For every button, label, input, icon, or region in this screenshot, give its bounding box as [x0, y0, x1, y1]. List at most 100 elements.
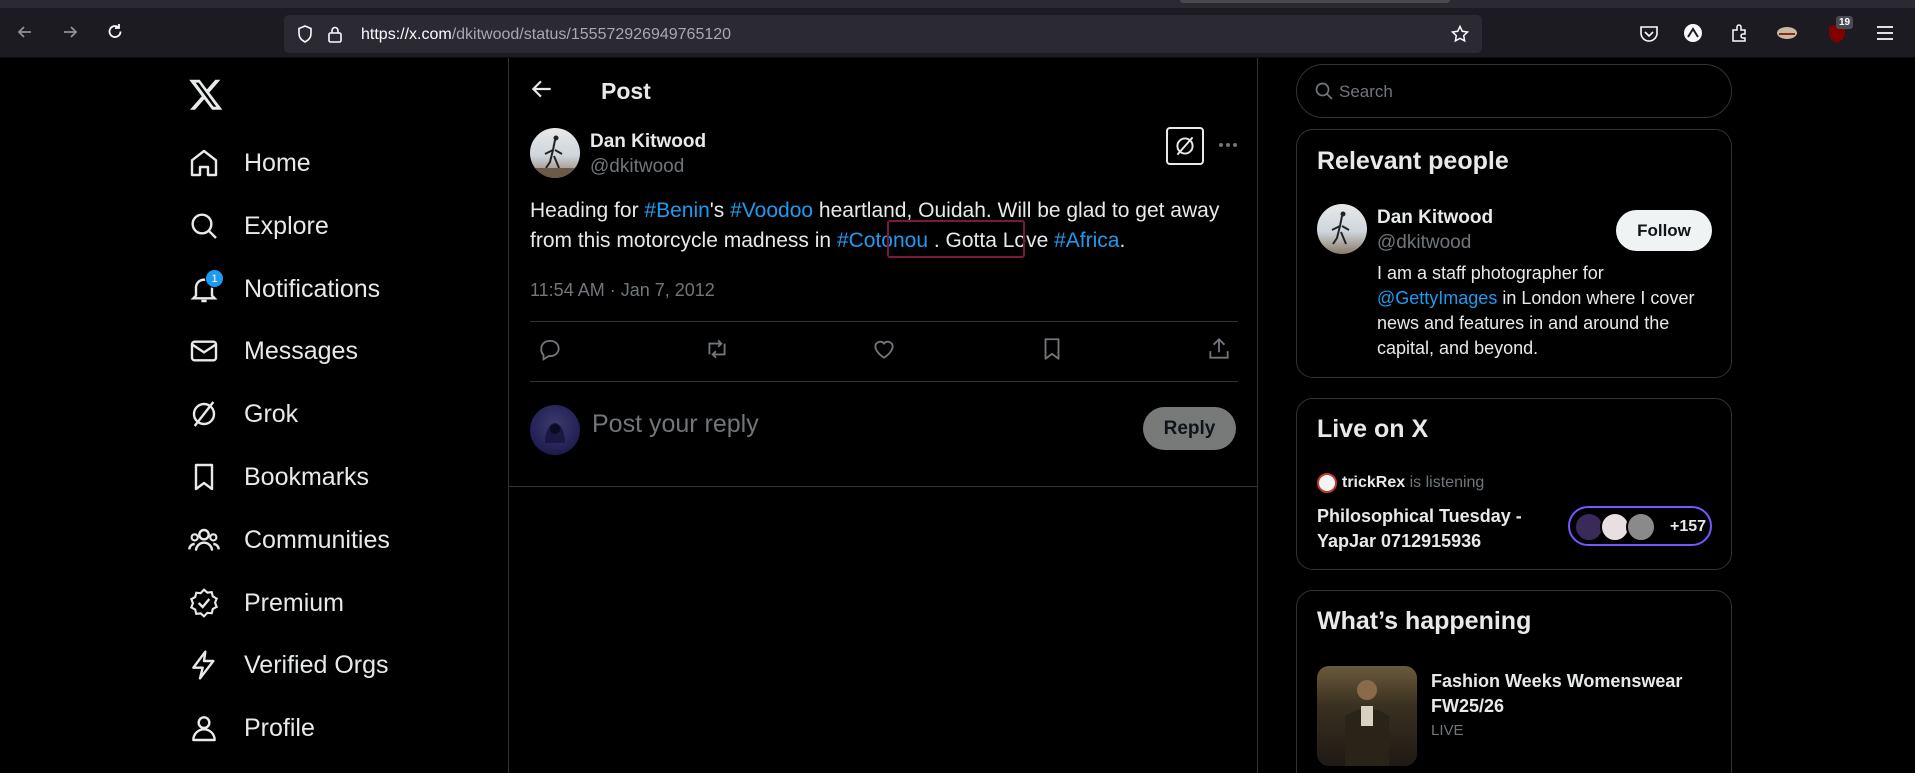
- nav-grok[interactable]: Grok: [188, 389, 298, 439]
- hooded-figure-icon: [545, 423, 565, 443]
- divider: [509, 486, 1257, 487]
- share-action[interactable]: [1206, 336, 1234, 364]
- repost-action[interactable]: [704, 336, 732, 364]
- post-timestamp[interactable]: 11:54 AM · Jan 7, 2012: [530, 280, 715, 301]
- reply-button[interactable]: Reply: [1143, 407, 1236, 450]
- url-host: https://x.com: [361, 26, 452, 43]
- url-text[interactable]: https://x.com/dkitwood/status/1555729269…: [361, 26, 731, 44]
- share-icon: [1209, 337, 1229, 359]
- communities-icon: [188, 524, 220, 556]
- card-title: Relevant people: [1317, 147, 1509, 175]
- bio-text: I am a staff photographer for: [1377, 263, 1604, 283]
- search-icon: [1315, 82, 1333, 100]
- listeners-pill[interactable]: +157: [1568, 506, 1712, 546]
- nav-label: Profile: [244, 713, 315, 742]
- author-name[interactable]: Dan Kitwood: [590, 131, 706, 153]
- author-handle[interactable]: @dkitwood: [590, 156, 684, 178]
- lock-icon[interactable]: [325, 24, 345, 44]
- nav-verified-orgs[interactable]: Verified Orgs: [188, 640, 389, 690]
- card-title: What’s happening: [1317, 607, 1532, 635]
- whats-happening-card: What’s happening Fashion Weeks Womenswea…: [1296, 590, 1732, 773]
- reply-action[interactable]: [537, 336, 565, 364]
- shield-icon[interactable]: [295, 24, 315, 44]
- avatar-image: [1331, 211, 1350, 245]
- nav-messages[interactable]: Messages: [188, 326, 358, 376]
- bell-icon: 1: [188, 269, 224, 305]
- back-button[interactable]: [11, 18, 39, 46]
- person-name[interactable]: Dan Kitwood: [1377, 207, 1493, 229]
- grok-explain-button[interactable]: [1166, 127, 1204, 165]
- trend-title[interactable]: Fashion Weeks Womenswear FW25/26: [1431, 669, 1711, 719]
- pocket-icon[interactable]: [1638, 22, 1660, 44]
- host-name: trickRex: [1342, 474, 1406, 491]
- host-avatar[interactable]: [1317, 473, 1337, 493]
- search-icon: [188, 210, 220, 242]
- nav-premium[interactable]: Premium: [188, 578, 344, 628]
- repost-icon: [708, 339, 726, 359]
- tab-strip: [0, 0, 1915, 8]
- hamburger-menu-icon[interactable]: [1874, 22, 1896, 44]
- hashtag-link[interactable]: #Benin: [644, 199, 709, 222]
- current-user-avatar[interactable]: [530, 405, 580, 455]
- post-detail-column: Post Dan Kitwood @dkitwood Heading for #…: [508, 58, 1258, 773]
- nav-home[interactable]: Home: [188, 138, 311, 188]
- nav-communities[interactable]: Communities: [188, 515, 390, 565]
- star-bookmark-icon[interactable]: [1450, 24, 1470, 44]
- nav-profile[interactable]: Profile: [188, 703, 315, 753]
- divider: [530, 381, 1238, 382]
- hashtag-link[interactable]: #Voodoo: [730, 199, 813, 222]
- nav-bookmarks[interactable]: Bookmarks: [188, 452, 369, 502]
- arrow-left-icon: [17, 26, 31, 38]
- search-placeholder: Search: [1339, 82, 1393, 101]
- bookmark-icon: [188, 461, 220, 493]
- follow-button[interactable]: Follow: [1616, 210, 1712, 251]
- extensions-puzzle-icon[interactable]: [1729, 22, 1751, 44]
- primary-navigation: Home Explore 1 Notifications Messages Gr…: [180, 58, 510, 773]
- search-input[interactable]: Search: [1296, 64, 1732, 118]
- x-logo-icon[interactable]: [188, 76, 224, 112]
- nav-label: Communities: [244, 525, 390, 554]
- mention-link[interactable]: @GettyImages: [1377, 288, 1497, 308]
- nav-label: Notifications: [244, 274, 381, 303]
- profile-extension-icon[interactable]: [1682, 22, 1704, 44]
- reply-input[interactable]: Post your reply: [592, 410, 759, 439]
- extension-avatar-icon[interactable]: [1776, 22, 1798, 44]
- sidebar-right: Search Relevant people Dan Kitwood @dkit…: [1296, 58, 1733, 773]
- space-title[interactable]: Philosophical Tuesday - YapJar 071291593…: [1317, 504, 1547, 554]
- nav-label: Bookmarks: [244, 462, 370, 491]
- person-handle[interactable]: @dkitwood: [1377, 232, 1471, 254]
- back-arrow-icon[interactable]: [529, 76, 555, 102]
- notification-count-badge: 1: [205, 269, 224, 288]
- trend-image: [1345, 680, 1389, 766]
- person-avatar[interactable]: [1317, 204, 1367, 254]
- highlight-overlay: [887, 220, 1025, 258]
- space-host[interactable]: trickRex is listening: [1342, 474, 1484, 492]
- avatar-image: [530, 135, 580, 178]
- nav-notifications[interactable]: 1 Notifications: [188, 264, 380, 314]
- more-options-icon[interactable]: [1214, 133, 1242, 157]
- listener-count: +157: [1670, 518, 1707, 535]
- person-bio: I am a staff photographer for @GettyImag…: [1377, 261, 1717, 361]
- url-bar[interactable]: https://x.com/dkitwood/status/1555729269…: [284, 15, 1482, 53]
- author-avatar[interactable]: [530, 128, 580, 178]
- listener-avatar: [1626, 512, 1656, 542]
- trend-status: LIVE: [1431, 722, 1464, 739]
- nav-label: Home: [244, 148, 311, 177]
- reload-button[interactable]: [101, 18, 129, 46]
- verified-badge-icon: [188, 587, 220, 619]
- bookmark-icon: [1044, 338, 1060, 360]
- divider: [530, 321, 1238, 322]
- active-tab-indicator[interactable]: [1180, 0, 1450, 3]
- card-title: Live on X: [1317, 415, 1429, 443]
- bookmark-action[interactable]: [1039, 336, 1067, 364]
- grok-icon: [1176, 136, 1194, 156]
- nav-label: Explore: [244, 211, 329, 240]
- reload-icon: [108, 24, 122, 38]
- arrow-right-icon: [64, 26, 78, 38]
- nav-explore[interactable]: Explore: [188, 201, 329, 251]
- forward-button[interactable]: [56, 18, 84, 46]
- hashtag-link[interactable]: #Africa: [1054, 229, 1119, 252]
- like-action[interactable]: [871, 336, 899, 364]
- live-on-x-card: Live on X trickRex is listening Philosop…: [1296, 398, 1732, 570]
- trend-thumbnail[interactable]: [1317, 666, 1417, 766]
